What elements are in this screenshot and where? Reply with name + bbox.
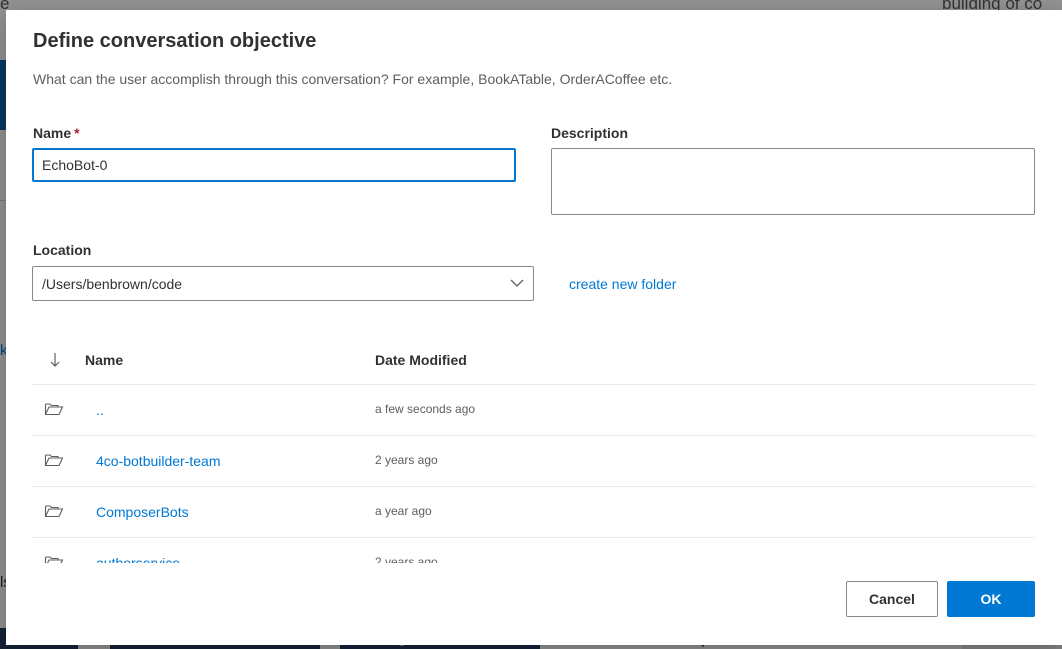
required-marker: * [74, 125, 80, 141]
define-objective-dialog: Define conversation objective What can t… [6, 10, 1062, 645]
folder-open-icon [44, 401, 64, 417]
arrow-down-icon[interactable] [48, 351, 62, 369]
folder-open-icon [44, 503, 64, 519]
folder-name[interactable]: .. [96, 402, 104, 418]
table-row[interactable]: .. a few seconds ago [32, 385, 1035, 436]
folder-name[interactable]: authorservice [96, 555, 180, 563]
create-new-folder-link[interactable]: create new folder [569, 276, 676, 292]
description-label: Description [551, 125, 629, 141]
column-header-name[interactable]: Name [85, 352, 123, 368]
cancel-button[interactable]: Cancel [846, 581, 938, 617]
dialog-subtitle: What can the user accomplish through thi… [33, 71, 673, 87]
folder-open-icon [44, 452, 64, 468]
name-input[interactable] [32, 148, 516, 182]
folder-list: Name Date Modified .. a few seconds ago … [32, 340, 1035, 563]
ok-button[interactable]: OK [947, 581, 1035, 617]
folder-open-icon [44, 554, 64, 563]
folder-date: 2 years ago [375, 555, 438, 563]
description-input[interactable] [551, 148, 1035, 215]
folder-name[interactable]: 4co-botbuilder-team [96, 453, 221, 469]
column-header-date-modified[interactable]: Date Modified [375, 352, 467, 368]
table-row[interactable]: authorservice 2 years ago [32, 538, 1035, 563]
dialog-title: Define conversation objective [33, 30, 317, 52]
folder-date: 2 years ago [375, 453, 438, 467]
location-dropdown[interactable]: /Users/benbrown/code [32, 266, 534, 301]
folder-name[interactable]: ComposerBots [96, 504, 189, 520]
name-label: Name * [33, 125, 80, 141]
folder-date: a few seconds ago [375, 402, 476, 416]
chevron-down-icon [510, 277, 524, 291]
name-label-text: Name [33, 125, 72, 141]
location-label: Location [33, 242, 92, 258]
table-row[interactable]: ComposerBots a year ago [32, 487, 1035, 538]
folder-list-header: Name Date Modified [32, 340, 1035, 385]
location-value: /Users/benbrown/code [42, 275, 183, 292]
table-row[interactable]: 4co-botbuilder-team 2 years ago [32, 436, 1035, 487]
folder-date: a year ago [375, 504, 432, 518]
